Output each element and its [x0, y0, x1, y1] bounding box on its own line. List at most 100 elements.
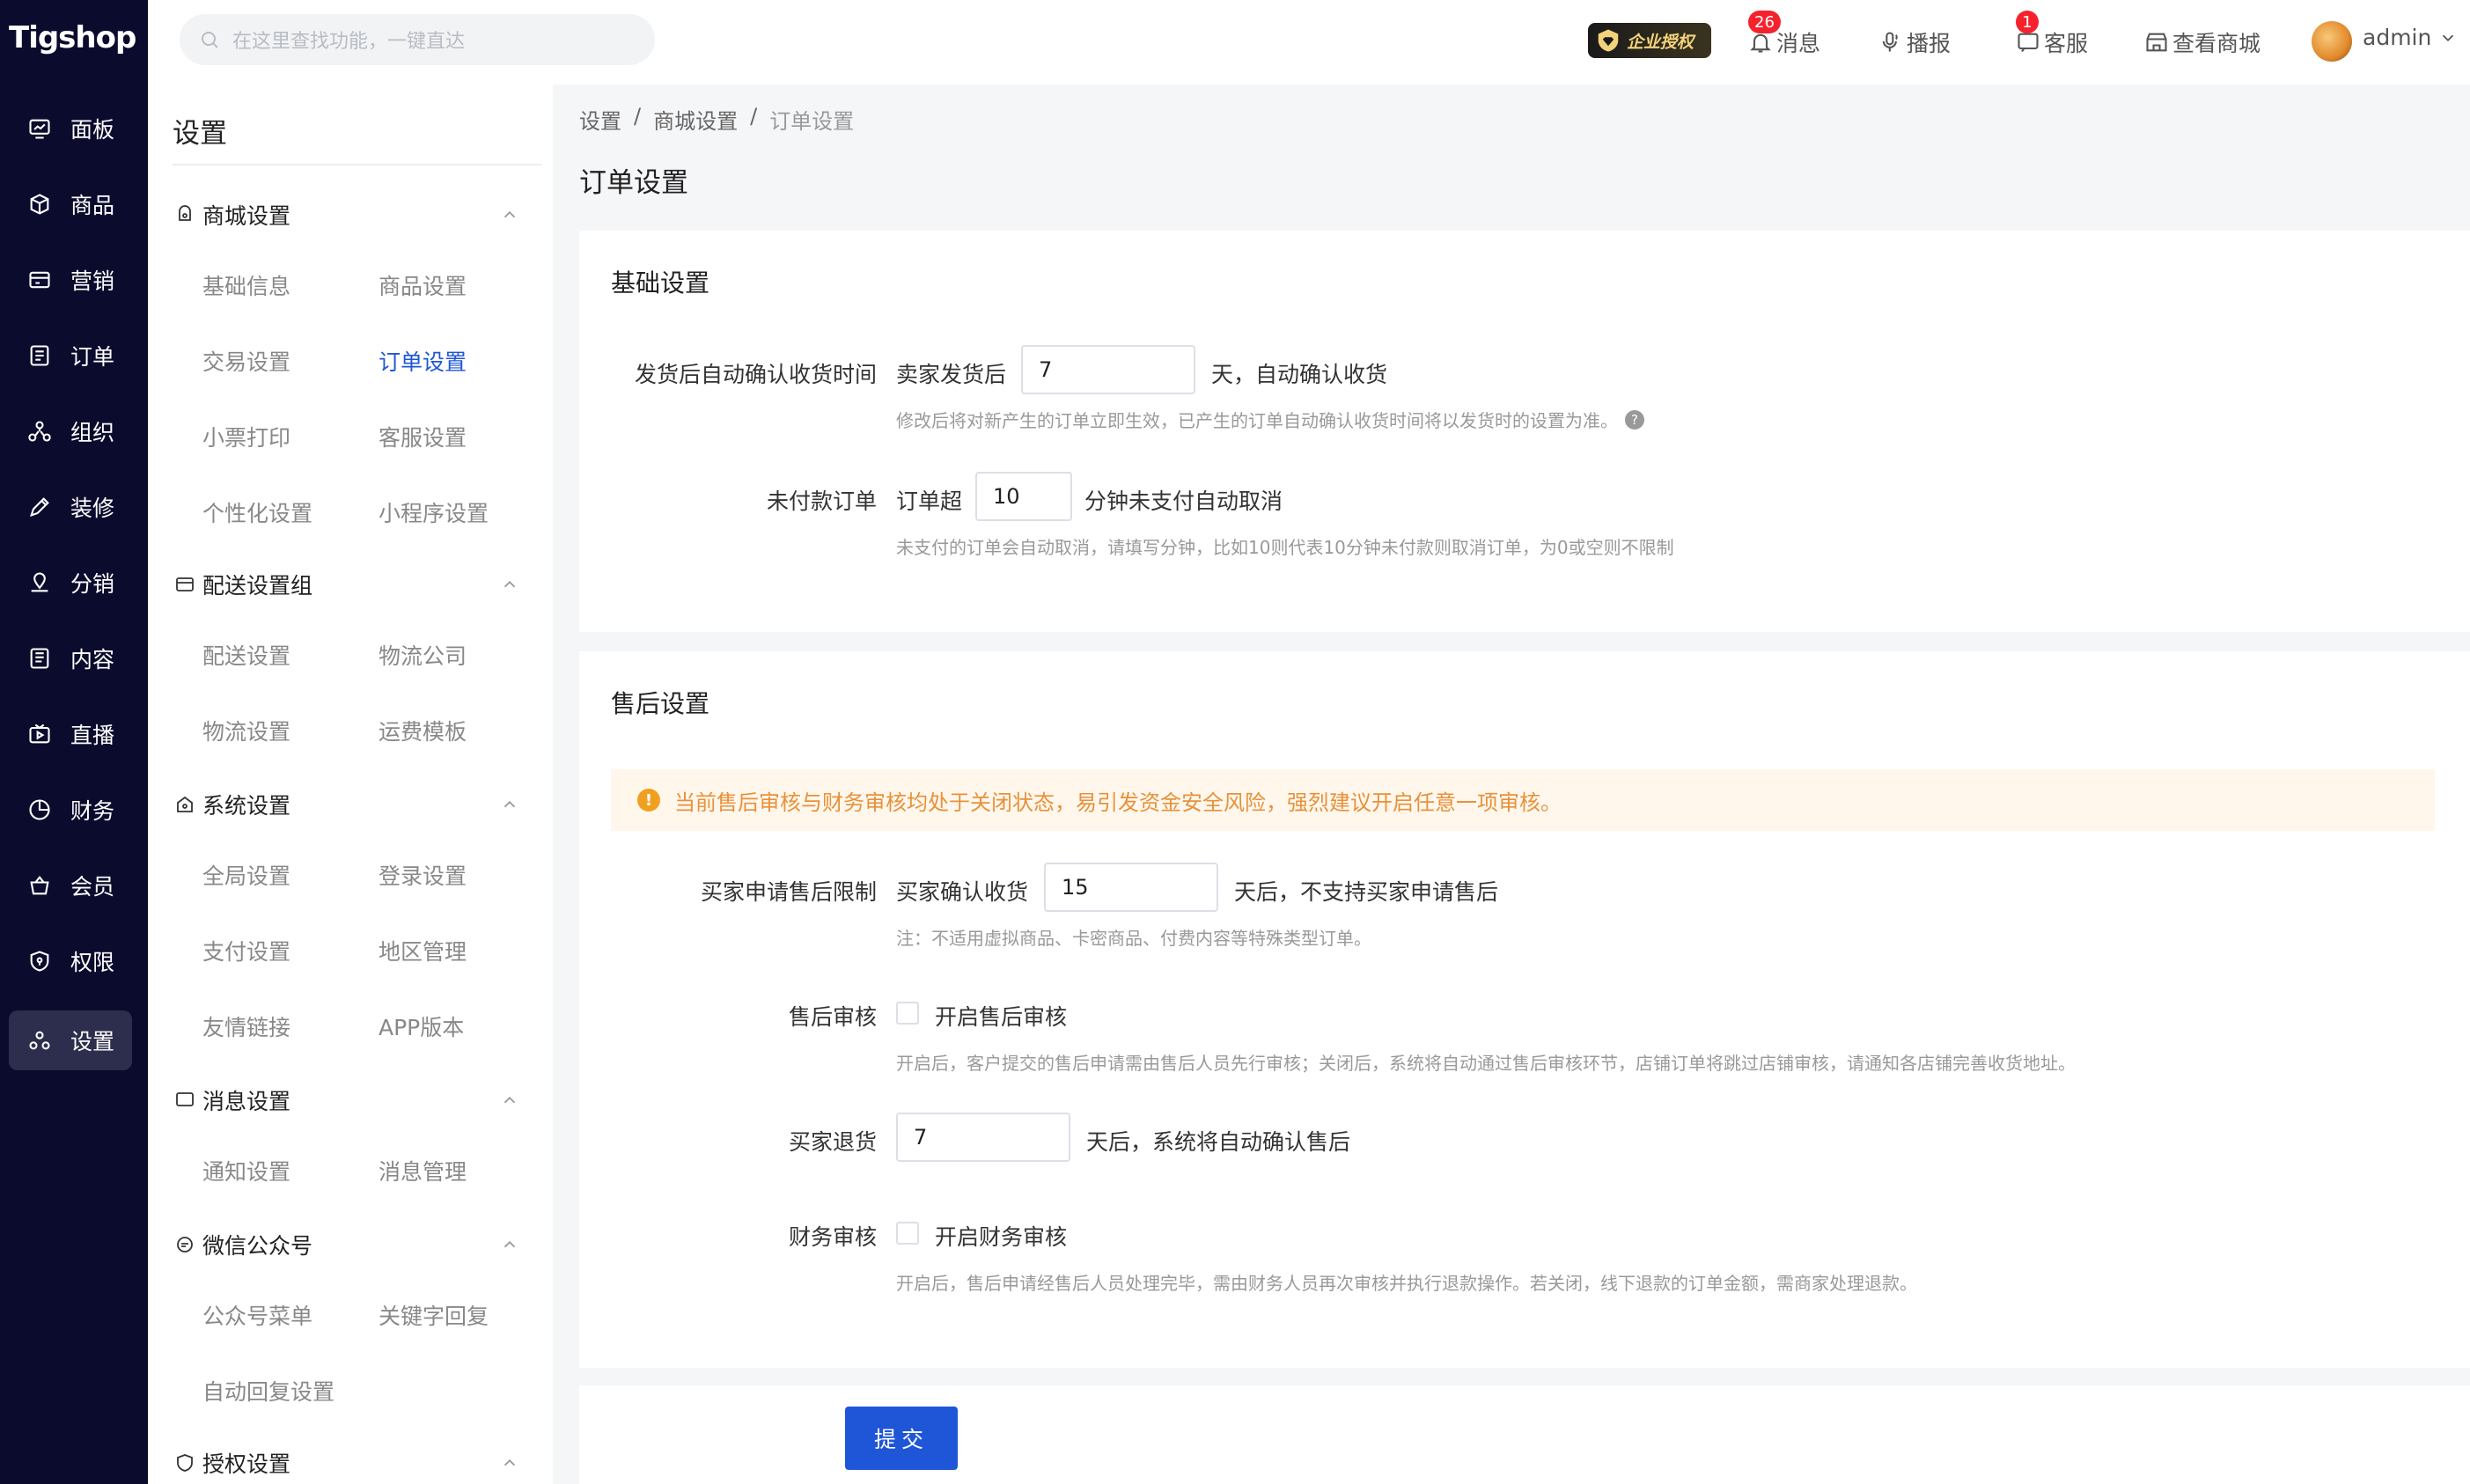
- view-store-button[interactable]: 查看商城: [2144, 25, 2260, 60]
- broadcast-button[interactable]: 播报: [1878, 25, 1951, 60]
- rail-item-organization[interactable]: 组织: [9, 401, 132, 461]
- user-avatar[interactable]: [2312, 21, 2352, 62]
- function-search-input[interactable]: 在这里查找功能，一键直达: [180, 14, 655, 65]
- rail-label: 面板: [70, 117, 115, 143]
- rail-item-goods[interactable]: 商品: [9, 174, 132, 234]
- rail-item-content[interactable]: 内容: [9, 628, 132, 688]
- rail-item-order[interactable]: 订单: [9, 326, 132, 386]
- group-label: 系统设置: [202, 793, 291, 819]
- group-wechat-official[interactable]: 微信公众号: [174, 1225, 526, 1264]
- subnav-item-payment-settings[interactable]: 支付设置: [202, 935, 290, 966]
- subnav-item-app-version[interactable]: APP版本: [379, 1010, 464, 1042]
- search-placeholder: 在这里查找功能，一键直达: [232, 31, 466, 53]
- rail-item-distribution[interactable]: 分销: [9, 553, 132, 613]
- breadcrumb: 设置 / 商城设置 / 订单设置: [579, 104, 854, 135]
- microphone-icon: [1882, 32, 1898, 52]
- content-icon: [26, 645, 53, 672]
- system-icon: [177, 796, 193, 812]
- shield-icon: [1598, 29, 1619, 52]
- chevron-up-icon: [504, 1458, 516, 1466]
- subnav-item-login-settings[interactable]: 登录设置: [379, 859, 467, 891]
- enterprise-badge-label: 企业授权: [1627, 32, 1694, 52]
- rail-item-member[interactable]: 会员: [9, 856, 132, 915]
- app-logo[interactable]: Tigshop: [0, 0, 148, 76]
- group-message-settings[interactable]: 消息设置: [174, 1081, 526, 1120]
- unpaid-minutes-input[interactable]: [975, 472, 1072, 521]
- rail-item-live[interactable]: 直播: [9, 704, 132, 764]
- username: admin: [2363, 25, 2432, 50]
- buyer-return-label: 买家退货: [788, 1129, 877, 1155]
- settings-subnav: 设置 商城设置 基础信息 商品设置 交易设置 订单设置 小票打印 客服设置 个性…: [148, 84, 553, 1484]
- subnav-item-delivery[interactable]: 配送设置: [202, 639, 290, 671]
- subnav-item-region-management[interactable]: 地区管理: [379, 935, 467, 966]
- order-icon: [26, 342, 53, 369]
- subnav-item-personalization[interactable]: 个性化设置: [202, 496, 312, 528]
- rail-item-dashboard[interactable]: 面板: [9, 99, 132, 158]
- subnav-item-trade-settings[interactable]: 交易设置: [202, 345, 290, 377]
- finance-audit-checkbox-label[interactable]: 开启财务审核: [935, 1220, 1067, 1252]
- service-button[interactable]: 1 客服: [2016, 11, 2088, 60]
- confirm-prefix: 卖家发货后: [896, 362, 1007, 387]
- top-header: 在这里查找功能，一键直达: [148, 0, 2470, 84]
- subnav-item-basic-info[interactable]: 基础信息: [202, 269, 290, 301]
- group-label: 配送设置组: [202, 573, 313, 599]
- group-license-settings[interactable]: 授权设置: [174, 1444, 526, 1482]
- help-icon[interactable]: ?: [1625, 409, 1644, 430]
- rail-label: 会员: [70, 874, 115, 900]
- breadcrumb-store-settings[interactable]: 商城设置: [653, 104, 738, 135]
- bell-icon: [1750, 33, 1771, 53]
- subnav-item-keyword-reply[interactable]: 关键字回复: [379, 1299, 489, 1331]
- breadcrumb-settings[interactable]: 设置: [579, 104, 621, 135]
- aftersale-audit-checkbox-label[interactable]: 开启售后审核: [935, 1000, 1067, 1032]
- subnav-item-friend-links[interactable]: 友情链接: [202, 1010, 290, 1042]
- rail-label: 组织: [70, 420, 115, 445]
- organization-icon: [26, 418, 53, 444]
- messages-button[interactable]: 26 消息: [1748, 11, 1820, 60]
- rail-item-settings[interactable]: 设置: [9, 1010, 132, 1070]
- group-label: 授权设置: [202, 1451, 291, 1477]
- rail-item-marketing[interactable]: 营销: [9, 250, 132, 310]
- aftersale-audit-checkbox[interactable]: [896, 1002, 919, 1025]
- unpaid-hint: 未支付的订单会自动取消，请填写分钟，比如10则代表10分钟未付款则取消订单，为0…: [896, 537, 1674, 558]
- aftersale-limit-days-input[interactable]: [1044, 863, 1218, 912]
- group-store-settings[interactable]: 商城设置: [174, 195, 526, 234]
- finance-audit-checkbox[interactable]: [896, 1222, 919, 1245]
- message-icon: [176, 1092, 194, 1106]
- service-count-badge: 1: [2016, 11, 2039, 33]
- subnav-item-goods-settings[interactable]: 商品设置: [379, 269, 467, 301]
- rail-item-finance[interactable]: 财务: [9, 780, 132, 840]
- rail-item-permission[interactable]: 权限: [9, 931, 132, 991]
- warning-text: 当前售后审核与财务审核均处于关闭状态，易引发资金安全风险，强烈建议开启任意一项审…: [674, 790, 1562, 815]
- enterprise-license-badge[interactable]: 企业授权: [1588, 23, 1711, 58]
- subnav-item-official-menu[interactable]: 公众号菜单: [202, 1299, 312, 1331]
- subnav-item-shipping-template[interactable]: 运费模板: [379, 715, 467, 746]
- subnav-item-miniprogram[interactable]: 小程序设置: [379, 496, 489, 528]
- store-settings-icon: [179, 205, 191, 221]
- settings-icon: [26, 1027, 53, 1054]
- breadcrumb-separator: /: [634, 104, 642, 129]
- subnav-item-service-settings[interactable]: 客服设置: [379, 421, 467, 452]
- subnav-item-order-settings[interactable]: 订单设置: [379, 345, 467, 377]
- rail-label: 分销: [70, 571, 115, 597]
- subnav-item-message-management[interactable]: 消息管理: [379, 1155, 467, 1186]
- subnav-item-logistics-company[interactable]: 物流公司: [379, 639, 467, 671]
- delivery-icon: [176, 577, 194, 591]
- group-delivery-settings[interactable]: 配送设置组: [174, 565, 526, 604]
- rail-label: 装修: [70, 496, 115, 521]
- subnav-item-notification[interactable]: 通知设置: [202, 1155, 290, 1186]
- subnav-item-auto-reply[interactable]: 自动回复设置: [202, 1375, 334, 1407]
- subnav-item-receipt-print[interactable]: 小票打印: [202, 421, 290, 452]
- buyer-return-days-input[interactable]: [896, 1113, 1070, 1162]
- rail-item-decorate[interactable]: 装修: [9, 477, 132, 537]
- box-icon: [26, 191, 53, 217]
- rail-label: 订单: [70, 344, 115, 370]
- wechat-icon: [177, 1237, 193, 1253]
- group-system-settings[interactable]: 系统设置: [174, 785, 526, 824]
- chevron-down-icon: [2443, 34, 2454, 41]
- auto-confirm-days-input[interactable]: [1021, 345, 1195, 394]
- user-menu[interactable]: admin: [2363, 25, 2458, 50]
- submit-button[interactable]: 提交: [845, 1407, 958, 1470]
- subnav-item-logistics-settings[interactable]: 物流设置: [202, 715, 290, 746]
- subnav-item-global-settings[interactable]: 全局设置: [202, 859, 290, 891]
- live-icon: [26, 721, 53, 747]
